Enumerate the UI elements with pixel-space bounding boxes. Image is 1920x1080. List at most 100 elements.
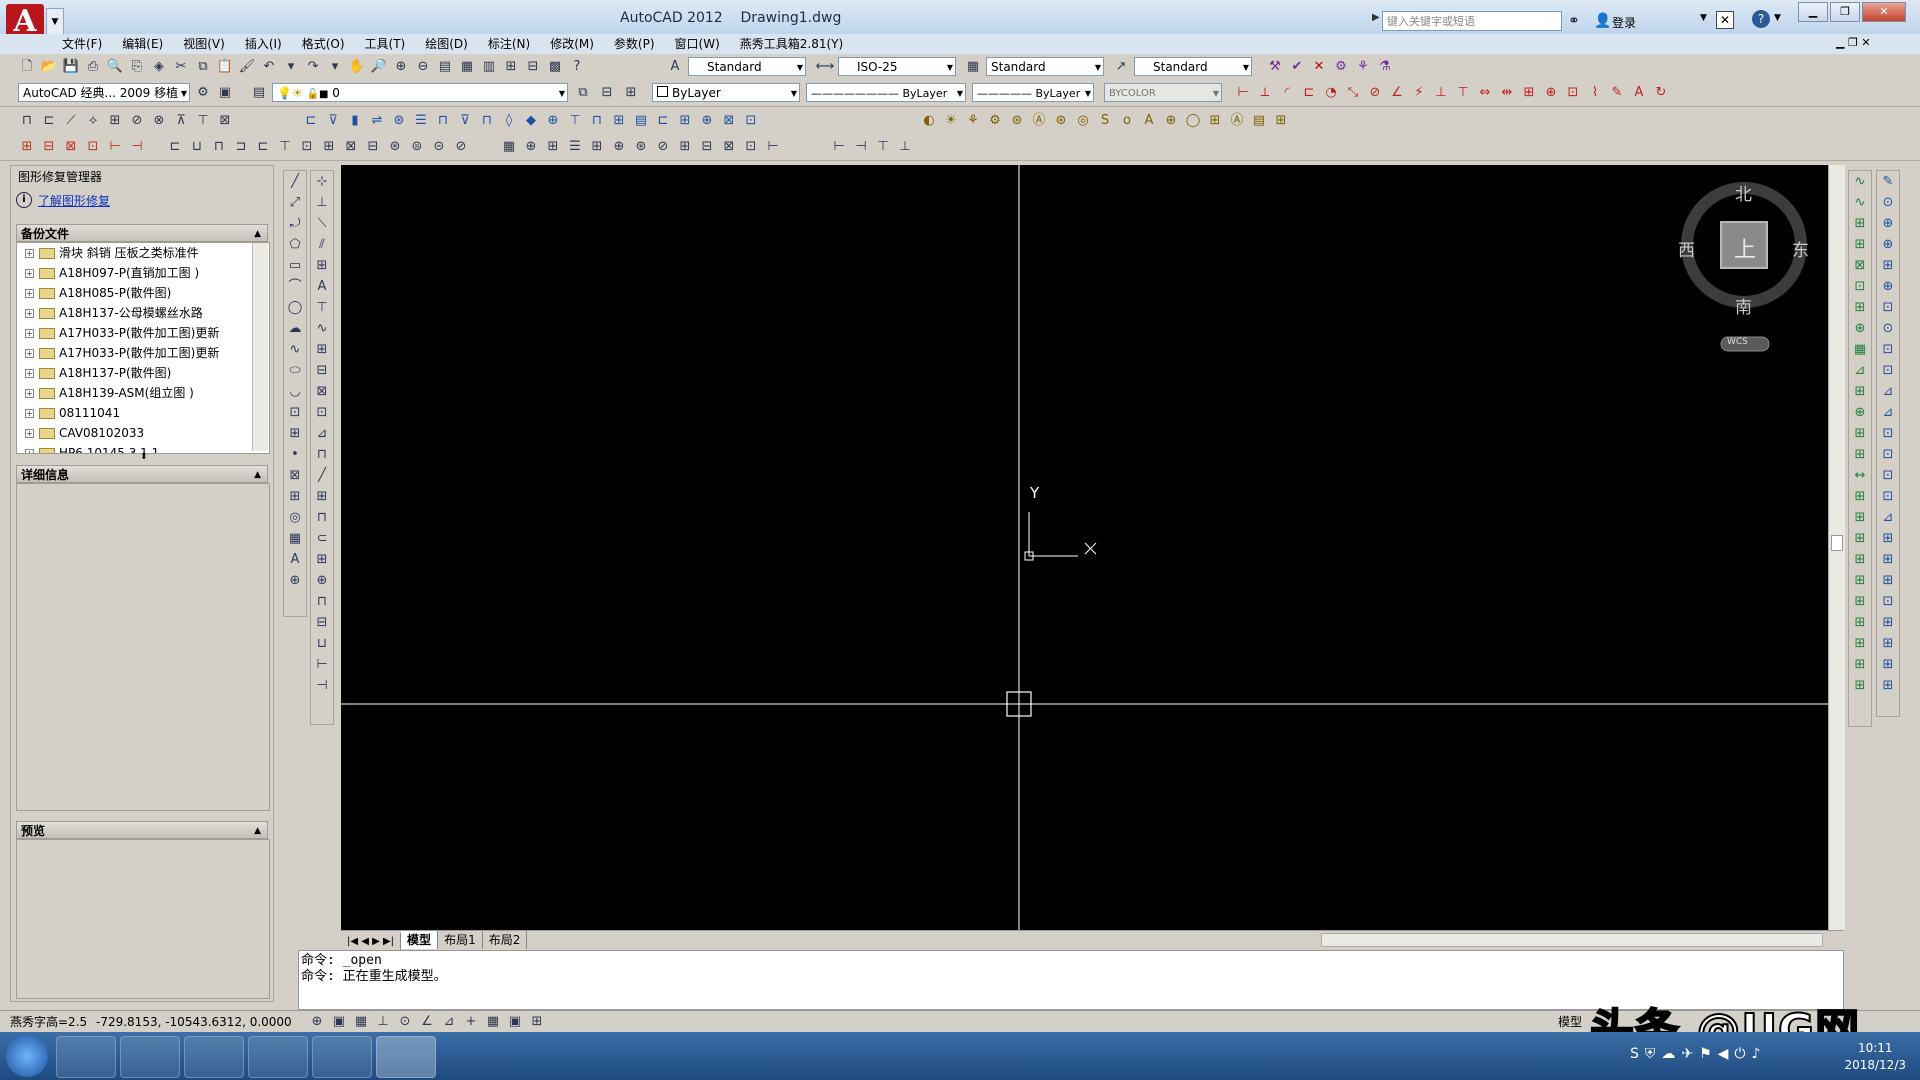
sheet-set-icon[interactable]: ⊞ xyxy=(500,57,522,77)
expand-icon[interactable]: + xyxy=(25,309,34,318)
tree-item[interactable]: + CAV08102033 xyxy=(17,423,269,443)
yx-tool-1-icon[interactable]: ⚒ xyxy=(1264,57,1286,77)
undo-icon[interactable]: ↶ xyxy=(258,57,280,77)
dim-update-icon[interactable]: ↻ xyxy=(1650,83,1672,103)
yx-table-tool-1-icon[interactable]: ▦ xyxy=(498,137,520,157)
right-tool-b-8-icon[interactable]: ⊙ xyxy=(1877,318,1899,339)
right-tool-a-4-icon[interactable]: ⊞ xyxy=(1849,234,1871,255)
yx-dim-tool-13-icon[interactable]: ⊝ xyxy=(428,137,450,157)
draw-tool-1-icon[interactable]: ╱ xyxy=(284,171,306,192)
right-tool-a-7-icon[interactable]: ⊞ xyxy=(1849,297,1871,318)
right-tool-a-14-icon[interactable]: ⊞ xyxy=(1849,444,1871,465)
right-tool-b-23-icon[interactable]: ⊞ xyxy=(1877,633,1899,654)
right-tool-b-7-icon[interactable]: ⊡ xyxy=(1877,297,1899,318)
dim-style-select[interactable]: ISO-25 ▼ xyxy=(838,57,956,76)
multileader-style-select[interactable]: Standard ▼ xyxy=(1134,57,1252,76)
text-style-icon[interactable]: A xyxy=(664,57,686,77)
right-tool-b-3-icon[interactable]: ⊕ xyxy=(1877,213,1899,234)
tree-item[interactable]: + A18H137-公母模螺丝水路 xyxy=(17,303,269,323)
draw-tool-7-icon[interactable]: ◯ xyxy=(284,297,306,318)
linetype-select[interactable]: ———————— ByLayer ▼ xyxy=(806,83,966,102)
right-tool-b-17-icon[interactable]: ⊿ xyxy=(1877,507,1899,528)
modify-tool-9-icon[interactable]: ⊞ xyxy=(311,339,333,360)
right-tool-a-11-icon[interactable]: ⊞ xyxy=(1849,381,1871,402)
splitter-handle[interactable]: ⬍ xyxy=(140,452,148,462)
draw-tool-17-icon[interactable]: ◎ xyxy=(284,507,306,528)
zoom-previous-icon[interactable]: ⊖ xyxy=(412,57,434,77)
draw-tool-18-icon[interactable]: ▦ xyxy=(284,528,306,549)
tab-model[interactable]: 模型 xyxy=(401,931,439,949)
yx-mold-tool-9-icon[interactable]: ⊤ xyxy=(192,111,214,131)
table-style-select[interactable]: Standard ▼ xyxy=(986,57,1104,76)
yx-text-tool-12-icon[interactable]: ⊕ xyxy=(1160,111,1182,131)
dim-linear-icon[interactable]: ⊢ xyxy=(1232,83,1254,103)
right-tool-b-6-icon[interactable]: ⊕ xyxy=(1877,276,1899,297)
taskbar-ie-icon[interactable] xyxy=(120,1036,180,1078)
text-style-select[interactable]: Standard ▼ xyxy=(688,57,806,76)
print-preview-icon[interactable]: 🔍 xyxy=(104,57,126,77)
backup-files-header[interactable]: 备份文件 ▲ xyxy=(16,224,268,242)
dim-diameter-icon[interactable]: ⊘ xyxy=(1364,83,1386,103)
yx-text-tool-17-icon[interactable]: ⊞ xyxy=(1270,111,1292,131)
draw-tool-5-icon[interactable]: ▭ xyxy=(284,255,306,276)
yx-table-tool-5-icon[interactable]: ⊞ xyxy=(586,137,608,157)
wcs-label[interactable]: WCS xyxy=(1727,337,1748,347)
status-toggle-3-icon[interactable]: ▦ xyxy=(350,1012,372,1032)
new-file-icon[interactable]: 🗋 xyxy=(16,57,38,77)
doc-window-controls[interactable]: ▁ ❐ ✕ xyxy=(1836,36,1871,49)
yx-mold-tool-8-icon[interactable]: ⊼ xyxy=(170,111,192,131)
status-toggle-1-icon[interactable]: ⊕ xyxy=(306,1012,328,1032)
pan-icon[interactable]: ✋ xyxy=(346,57,368,77)
right-tool-a-17-icon[interactable]: ⊞ xyxy=(1849,507,1871,528)
yx-table-tool-4-icon[interactable]: ☰ xyxy=(564,137,586,157)
workspace-select[interactable]: AutoCAD 经典... 2009 移植 ▼ xyxy=(18,83,190,102)
properties-icon[interactable]: ▤ xyxy=(434,57,456,77)
right-tool-a-13-icon[interactable]: ⊞ xyxy=(1849,423,1871,444)
modify-tool-8-icon[interactable]: ∿ xyxy=(311,318,333,339)
tab-nav-arrows[interactable]: |◀ ◀ ▶ ▶| xyxy=(341,933,402,951)
menu-edit[interactable]: 编辑(E) xyxy=(112,34,173,54)
modify-tool-22-icon[interactable]: ⊟ xyxy=(311,612,333,633)
menu-window[interactable]: 窗口(W) xyxy=(665,34,730,54)
layer-properties-icon[interactable]: ▤ xyxy=(248,83,270,103)
right-tool-b-14-icon[interactable]: ⊡ xyxy=(1877,444,1899,465)
yx-table-tool-9-icon[interactable]: ⊞ xyxy=(674,137,696,157)
tree-scrollbar[interactable] xyxy=(252,243,268,451)
taskbar-clock[interactable]: 10:11 2018/12/3 xyxy=(1844,1040,1906,1074)
tree-item[interactable]: + A17H033-P(散件加工图)更新 xyxy=(17,323,269,343)
help-icon[interactable]: ? xyxy=(1752,10,1770,28)
right-tool-b-2-icon[interactable]: ⊙ xyxy=(1877,192,1899,213)
yx-dim-tool-9-icon[interactable]: ⊠ xyxy=(340,137,362,157)
right-tool-b-13-icon[interactable]: ⊡ xyxy=(1877,423,1899,444)
right-tool-a-1-icon[interactable]: ∿ xyxy=(1849,171,1871,192)
cut-icon[interactable]: ✂ xyxy=(170,57,192,77)
right-tool-a-25-icon[interactable]: ⊞ xyxy=(1849,675,1871,696)
yx-text-tool-7-icon[interactable]: ⊛ xyxy=(1050,111,1072,131)
draw-tool-6-icon[interactable]: ⌒ xyxy=(284,276,306,297)
modify-tool-13-icon[interactable]: ⊿ xyxy=(311,423,333,444)
tolerance-icon[interactable]: ⊞ xyxy=(1518,83,1540,103)
right-tool-b-25-icon[interactable]: ⊞ xyxy=(1877,675,1899,696)
yx-part-tool-6-icon[interactable]: ☰ xyxy=(410,111,432,131)
viewcube-north[interactable]: 北 xyxy=(1735,180,1752,205)
yx-dim-tool-8-icon[interactable]: ⊞ xyxy=(318,137,340,157)
right-tool-a-24-icon[interactable]: ⊞ xyxy=(1849,654,1871,675)
center-mark-icon[interactable]: ⊕ xyxy=(1540,83,1562,103)
right-tool-b-1-icon[interactable]: ✎ xyxy=(1877,171,1899,192)
right-tool-b-16-icon[interactable]: ⊡ xyxy=(1877,486,1899,507)
modify-tool-2-icon[interactable]: ⊥ xyxy=(311,192,333,213)
taskbar-word-icon[interactable] xyxy=(312,1036,372,1078)
yx-text-tool-5-icon[interactable]: ⊛ xyxy=(1006,111,1028,131)
markup-icon[interactable]: ⊟ xyxy=(522,57,544,77)
yx-tool-2-icon[interactable]: ✔ xyxy=(1286,57,1308,77)
login-dropdown-icon[interactable]: ▼ xyxy=(1700,13,1707,23)
tree-item[interactable]: + A18H085-P(散件图) xyxy=(17,283,269,303)
yx-mold-tool-3-icon[interactable]: ⟋ xyxy=(60,111,82,131)
dim-break-icon[interactable]: ⇹ xyxy=(1496,83,1518,103)
right-tool-b-5-icon[interactable]: ⊞ xyxy=(1877,255,1899,276)
taskbar-app-1-icon[interactable] xyxy=(56,1036,116,1078)
design-center-icon[interactable]: ▦ xyxy=(456,57,478,77)
yx-mold-tool-2-icon[interactable]: ⊏ xyxy=(38,111,60,131)
dim-jogged-linear-icon[interactable]: ⌇ xyxy=(1584,83,1606,103)
menu-modify[interactable]: 修改(M) xyxy=(540,34,604,54)
